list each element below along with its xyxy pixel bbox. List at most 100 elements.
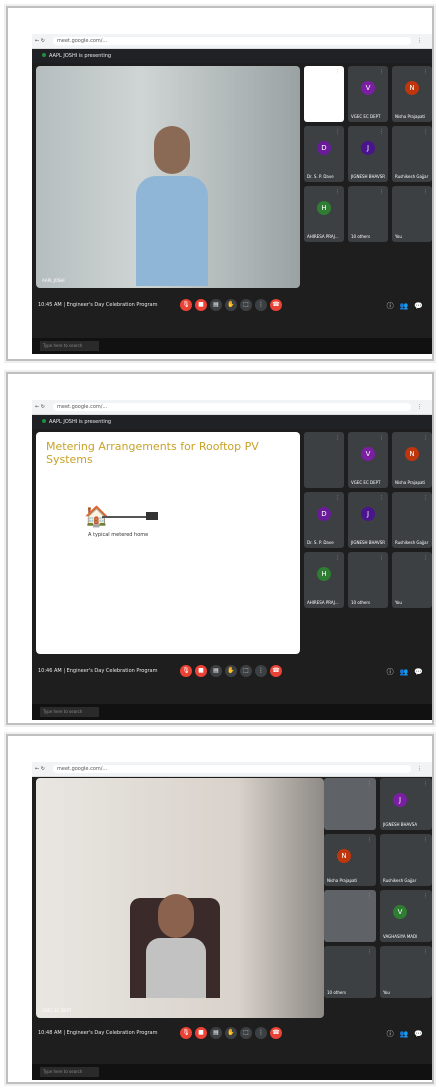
leave-call-button[interactable]: ☎ xyxy=(270,1027,282,1039)
participant-tile[interactable]: ⋮ You xyxy=(392,186,432,242)
tile-menu-icon[interactable]: ⋮ xyxy=(423,837,428,843)
tile-menu-icon[interactable]: ⋮ xyxy=(379,555,384,561)
tile-menu-icon[interactable]: ⋮ xyxy=(335,555,340,561)
tile-menu-icon[interactable]: ⋮ xyxy=(379,129,384,135)
participant-grid: ⋮ J ⋮ JIGNESH BHAVSAR N ⋮ Nisha Prajapati ⋮ Rush… xyxy=(324,778,432,998)
taskbar-search[interactable]: Type here to search xyxy=(40,1067,99,1077)
participant-tile[interactable]: J ⋮ JIGNESH BHAVSAR xyxy=(380,778,432,830)
tile-menu-icon[interactable]: ⋮ xyxy=(335,69,340,75)
meter-wire xyxy=(102,516,146,518)
tile-menu-icon[interactable]: ⋮ xyxy=(335,435,340,441)
tile-menu-icon[interactable]: ⋮ xyxy=(423,555,428,561)
participant-tile[interactable]: ⋮ You xyxy=(392,552,432,608)
tile-menu-icon[interactable]: ⋮ xyxy=(423,949,428,955)
participant-tile[interactable]: H ⋮ AHIRESA PRAJ... xyxy=(304,552,344,608)
tile-menu-icon[interactable]: ⋮ xyxy=(423,495,428,501)
participant-tile[interactable]: V ⋮ VGEC EC DEPT xyxy=(348,432,388,488)
browser-menu-icon[interactable]: ⋮ xyxy=(417,766,432,772)
leave-call-button[interactable]: ☎ xyxy=(270,665,282,677)
tile-menu-icon[interactable]: ⋮ xyxy=(379,69,384,75)
participant-name: Nisha Prajapati xyxy=(395,480,426,485)
tile-menu-icon[interactable]: ⋮ xyxy=(335,495,340,501)
main-stage[interactable]: AAPL JOSHI xyxy=(36,66,300,288)
participant-name: Rushikesh Gajjar xyxy=(383,878,417,883)
participant-tile[interactable]: N ⋮ Nisha Prajapati xyxy=(324,834,376,886)
participant-tile[interactable]: J ⋮ JIGNESH BHAVSR... xyxy=(348,492,388,548)
tile-menu-icon[interactable]: ⋮ xyxy=(423,435,428,441)
taskbar-search[interactable]: Type here to search xyxy=(40,341,99,351)
present-button[interactable]: ⬚ xyxy=(240,665,252,677)
screenshot-frame-2: ← ↻ meet.google.com/... ⋮ AAPL JOSHI is … xyxy=(6,372,434,725)
camera-button[interactable]: ■ xyxy=(195,299,207,311)
tile-menu-icon[interactable]: ⋮ xyxy=(367,837,372,843)
participant-tile[interactable]: ⋮ xyxy=(324,778,376,830)
right-tools[interactable]: ⓘ👥💬 xyxy=(387,667,429,677)
more-options-button[interactable]: ⋮ xyxy=(255,665,267,677)
participant-tile[interactable]: ⋮ xyxy=(304,66,344,122)
participant-tile[interactable]: H ⋮ AHIRESA PRAJ... xyxy=(304,186,344,242)
tile-menu-icon[interactable]: ⋮ xyxy=(423,893,428,899)
captions-button[interactable]: ▤ xyxy=(210,1027,222,1039)
tile-menu-icon[interactable]: ⋮ xyxy=(379,495,384,501)
participant-tile[interactable]: ⋮ xyxy=(324,890,376,942)
url-bar[interactable]: meet.google.com/... xyxy=(53,37,411,45)
speaker-video xyxy=(146,894,206,998)
url-bar[interactable]: meet.google.com/... xyxy=(53,403,411,411)
right-tools[interactable]: ⓘ👥💬 xyxy=(387,1029,429,1039)
controls: 🎙 ■ ▤ ✋ ⬚ ⋮ ☎ xyxy=(180,1027,282,1039)
raise-hand-button[interactable]: ✋ xyxy=(225,299,237,311)
tile-menu-icon[interactable]: ⋮ xyxy=(423,129,428,135)
mic-button[interactable]: 🎙 xyxy=(180,1027,192,1039)
participant-tile[interactable]: ⋮ 10 others xyxy=(348,552,388,608)
url-bar[interactable]: meet.google.com/... xyxy=(53,765,411,773)
participant-tile[interactable]: ⋮ xyxy=(304,432,344,488)
raise-hand-button[interactable]: ✋ xyxy=(225,1027,237,1039)
participant-tile[interactable]: D ⋮ Dr. S. P. Dave xyxy=(304,126,344,182)
tile-menu-icon[interactable]: ⋮ xyxy=(367,949,372,955)
tile-menu-icon[interactable]: ⋮ xyxy=(379,189,384,195)
participant-tile[interactable]: ⋮ 10 others xyxy=(348,186,388,242)
mic-button[interactable]: 🎙 xyxy=(180,665,192,677)
participant-tile[interactable]: ⋮ You xyxy=(380,946,432,998)
reload-icon[interactable]: ← ↻ xyxy=(32,38,53,44)
camera-button[interactable]: ■ xyxy=(195,1027,207,1039)
camera-button[interactable]: ■ xyxy=(195,665,207,677)
participant-tile[interactable]: N ⋮ Nisha Prajapati xyxy=(392,66,432,122)
main-stage[interactable]: Metering Arrangements for Rooftop PV Sys… xyxy=(36,432,300,654)
more-options-button[interactable]: ⋮ xyxy=(255,1027,267,1039)
participant-tile[interactable]: ⋮ Rushikesh Gajjar xyxy=(392,492,432,548)
participant-tile[interactable]: N ⋮ Nisha Prajapati xyxy=(392,432,432,488)
participant-tile[interactable]: V ⋮ VAGHASIYA MADHU xyxy=(380,890,432,942)
tile-menu-icon[interactable]: ⋮ xyxy=(335,189,340,195)
tile-menu-icon[interactable]: ⋮ xyxy=(423,781,428,787)
mic-button[interactable]: 🎙 xyxy=(180,299,192,311)
tile-menu-icon[interactable]: ⋮ xyxy=(335,129,340,135)
captions-button[interactable]: ▤ xyxy=(210,665,222,677)
present-button[interactable]: ⬚ xyxy=(240,1027,252,1039)
participant-tile[interactable]: ⋮ Rushikesh Gajjar xyxy=(380,834,432,886)
tile-menu-icon[interactable]: ⋮ xyxy=(423,69,428,75)
participant-tile[interactable]: ⋮ Rushikesh Gajjar xyxy=(392,126,432,182)
taskbar-search[interactable]: Type here to search xyxy=(40,707,99,717)
participant-name: VAGHASIYA MADHU xyxy=(383,934,417,939)
presentation-bar: AAPL JOSHI is presenting xyxy=(32,49,432,63)
reload-icon[interactable]: ← ↻ xyxy=(32,766,53,772)
participant-tile[interactable]: V ⋮ VGEC EC DEPT xyxy=(348,66,388,122)
leave-call-button[interactable]: ☎ xyxy=(270,299,282,311)
present-button[interactable]: ⬚ xyxy=(240,299,252,311)
participant-tile[interactable]: J ⋮ JIGNESH BHAVSR... xyxy=(348,126,388,182)
right-tools[interactable]: ⓘ👥💬 xyxy=(387,301,429,311)
browser-menu-icon[interactable]: ⋮ xyxy=(417,404,432,410)
tile-menu-icon[interactable]: ⋮ xyxy=(379,435,384,441)
more-options-button[interactable]: ⋮ xyxy=(255,299,267,311)
main-stage[interactable]: VGEC EC DEPT xyxy=(36,778,324,1018)
reload-icon[interactable]: ← ↻ xyxy=(32,404,53,410)
participant-tile[interactable]: ⋮ 10 others xyxy=(324,946,376,998)
tile-menu-icon[interactable]: ⋮ xyxy=(367,893,372,899)
captions-button[interactable]: ▤ xyxy=(210,299,222,311)
raise-hand-button[interactable]: ✋ xyxy=(225,665,237,677)
tile-menu-icon[interactable]: ⋮ xyxy=(423,189,428,195)
browser-menu-icon[interactable]: ⋮ xyxy=(417,38,432,44)
participant-tile[interactable]: D ⋮ Dr. S. P. Dave xyxy=(304,492,344,548)
tile-menu-icon[interactable]: ⋮ xyxy=(367,781,372,787)
